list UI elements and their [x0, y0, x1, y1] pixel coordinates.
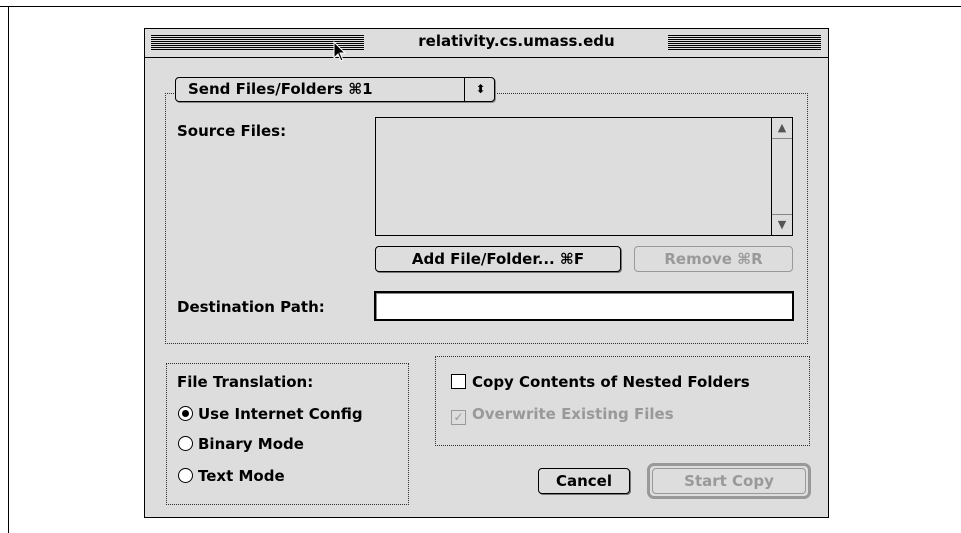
- checkbox-checked-icon: ✓: [451, 410, 466, 425]
- title-stripes-right: [668, 35, 821, 50]
- radio-text-mode[interactable]: Text Mode: [178, 467, 285, 485]
- copy-options-group: [435, 356, 810, 446]
- checkbox-label: Overwrite Existing Files: [472, 405, 674, 423]
- checkbox-label: Copy Contents of Nested Folders: [472, 373, 750, 391]
- title-bar[interactable]: relativity.cs.umass.edu: [145, 29, 828, 62]
- dialog-window: relativity.cs.umass.edu Send Files/Folde…: [144, 28, 829, 518]
- copy-nested-folders-checkbox[interactable]: Copy Contents of Nested Folders: [451, 373, 750, 391]
- checkbox-unchecked-icon: [451, 374, 466, 389]
- overwrite-existing-files-checkbox[interactable]: ✓ Overwrite Existing Files: [451, 405, 674, 425]
- radio-label: Binary Mode: [198, 435, 304, 453]
- source-list-scrollbar[interactable]: ▲ ▼: [771, 118, 792, 235]
- scroll-down-arrow-icon[interactable]: ▼: [772, 214, 792, 235]
- page-frame-left: [8, 6, 9, 533]
- window-title: relativity.cs.umass.edu: [418, 32, 615, 50]
- cancel-button[interactable]: Cancel: [538, 468, 630, 494]
- destination-path-label: Destination Path:: [177, 298, 325, 316]
- page-frame-top: [0, 6, 961, 7]
- scroll-up-arrow-icon[interactable]: ▲: [772, 118, 792, 139]
- mode-popup-label: Send Files/Folders ⌘1: [188, 80, 373, 98]
- radio-use-internet-config[interactable]: Use Internet Config: [178, 405, 363, 423]
- file-translation-label: File Translation:: [177, 373, 314, 391]
- mode-popup-menu[interactable]: Send Files/Folders ⌘1 ⬍: [175, 77, 495, 102]
- source-files-list[interactable]: ▲ ▼: [375, 117, 793, 236]
- radio-selected-icon: [178, 406, 193, 421]
- mouse-pointer-icon: [333, 41, 347, 62]
- start-copy-label: Start Copy: [652, 468, 806, 494]
- radio-unselected-icon: [178, 468, 193, 483]
- radio-label: Text Mode: [198, 467, 285, 485]
- radio-unselected-icon: [178, 436, 193, 451]
- add-file-folder-button[interactable]: Add File/Folder... ⌘F: [375, 246, 621, 272]
- destination-path-field[interactable]: [374, 291, 794, 321]
- start-copy-button[interactable]: Start Copy: [647, 463, 811, 499]
- radio-binary-mode[interactable]: Binary Mode: [178, 435, 304, 453]
- radio-label: Use Internet Config: [198, 405, 363, 423]
- updown-arrows-icon: ⬍: [464, 77, 496, 102]
- remove-button[interactable]: Remove ⌘R: [634, 246, 793, 272]
- source-files-label: Source Files:: [177, 122, 287, 140]
